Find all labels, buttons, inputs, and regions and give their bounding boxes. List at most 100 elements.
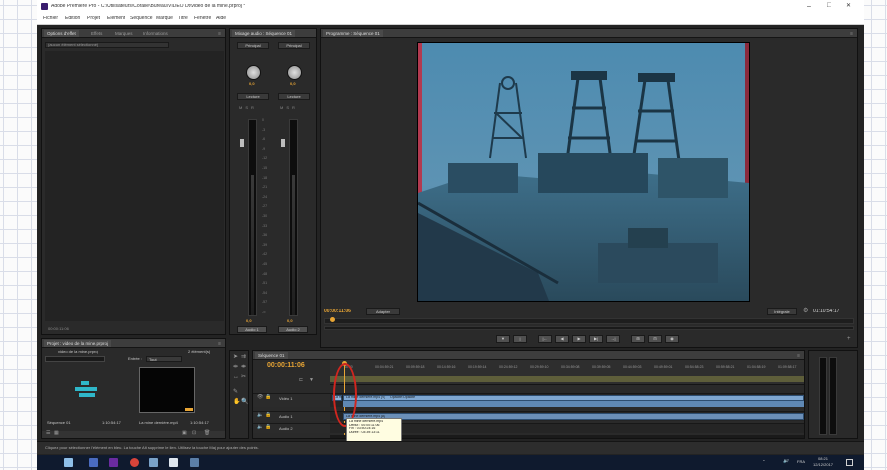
monitor-playhead[interactable]: [330, 317, 335, 322]
tab-effect-options[interactable]: Options d'effet: [44, 30, 79, 37]
go-to-in-button[interactable]: |←: [538, 335, 552, 343]
hand-tool-icon[interactable]: ✋: [233, 399, 240, 405]
timeline-timecode[interactable]: 00:00:11:06: [267, 362, 305, 369]
project-item-name[interactable]: La mine dernière.mp4: [139, 421, 178, 425]
track2-routing-select[interactable]: Principal: [278, 42, 310, 49]
file-taskbar-icon[interactable]: [169, 458, 178, 467]
lock-icon[interactable]: 🔒: [265, 413, 271, 418]
track1-fader-icon[interactable]: [240, 139, 244, 147]
speaker-icon[interactable]: 🔈: [257, 413, 263, 418]
track-name-audio1: Audio 1: [279, 415, 293, 419]
tab-sequence[interactable]: Séquence 01: [255, 352, 288, 359]
tray-language[interactable]: FRA: [797, 460, 805, 464]
export-frame-button[interactable]: ◉: [665, 335, 679, 343]
menu-fenetre[interactable]: Fenêtre: [194, 16, 211, 21]
mark-out-button[interactable]: |: [513, 335, 527, 343]
new-bin-icon[interactable]: ▣: [182, 431, 187, 436]
resolution-select[interactable]: Intégrale: [767, 308, 797, 315]
taskbar-app-icon[interactable]: [89, 458, 98, 467]
list-view-icon[interactable]: ☰: [46, 431, 50, 436]
insert-button[interactable]: ⊞: [631, 335, 645, 343]
delete-icon[interactable]: 🗑: [204, 431, 210, 436]
icon-view-icon[interactable]: ▦: [54, 431, 59, 436]
notification-icon[interactable]: [846, 459, 853, 466]
rate-stretch-tool-icon[interactable]: ↔: [233, 374, 239, 380]
panel-menu-icon[interactable]: ≡: [797, 353, 800, 359]
premiere-taskbar-icon[interactable]: [109, 458, 118, 467]
step-forward-button[interactable]: ▶|: [589, 335, 603, 343]
tab-markers[interactable]: Marques: [112, 30, 136, 37]
tab-effects[interactable]: Effets: [88, 30, 105, 37]
windows-start-icon[interactable]: [64, 458, 73, 467]
tab-program[interactable]: Programme : Séquence 01: [323, 30, 383, 37]
play-button[interactable]: ▶: [572, 335, 586, 343]
menu-projet[interactable]: Projet: [87, 16, 100, 21]
track2-mode-select[interactable]: Lecture: [278, 93, 310, 100]
menu-titre[interactable]: Titre: [178, 16, 188, 21]
menu-element[interactable]: Élément: [107, 16, 125, 21]
minimize-button[interactable]: –: [807, 3, 811, 10]
program-current-time[interactable]: 00:00:11:06: [324, 309, 351, 314]
fit-select[interactable]: Adapter: [366, 308, 400, 315]
menu-marque[interactable]: Marque: [156, 16, 173, 21]
search-input[interactable]: [45, 356, 105, 362]
add-button-icon[interactable]: +: [847, 336, 851, 342]
zoom-tool-icon[interactable]: 🔍: [241, 399, 248, 405]
rolling-edit-tool-icon[interactable]: ⇼: [241, 364, 246, 370]
menu-edition[interactable]: Edition: [65, 16, 80, 21]
time-ruler[interactable]: 00:00 00:04:59:21 00:09:59:18 00:14:59:16 00…: [330, 360, 804, 385]
entree-select[interactable]: Tout: [146, 356, 182, 362]
track1-mode-select[interactable]: Lecture: [237, 93, 269, 100]
add-marker-icon[interactable]: ▼: [309, 378, 314, 383]
track2-name-button[interactable]: Audio 2: [278, 326, 308, 333]
snap-icon[interactable]: ⊏: [299, 378, 303, 383]
track1-pan-knob[interactable]: [246, 65, 261, 80]
project-item-name[interactable]: Séquence 01: [47, 421, 71, 425]
overwrite-button[interactable]: ⊟: [648, 335, 662, 343]
monitor-zoom-bar[interactable]: [324, 326, 854, 330]
panel-menu-icon[interactable]: ≡: [218, 341, 221, 347]
pen-tool-icon[interactable]: ✎: [233, 389, 238, 395]
explorer-taskbar-icon[interactable]: [149, 458, 158, 467]
tab-info[interactable]: Informations: [140, 30, 171, 37]
db-scale-label: -45: [262, 262, 268, 266]
track2-fader-icon[interactable]: [281, 139, 285, 147]
panel-menu-icon[interactable]: ≡: [850, 31, 853, 37]
speaker-icon[interactable]: 🔈: [257, 425, 263, 430]
clock-time[interactable]: 08:21: [818, 457, 828, 461]
menu-fichier[interactable]: Fichier: [43, 16, 58, 21]
track2-pan-knob[interactable]: [287, 65, 302, 80]
menu-aide[interactable]: Aide: [216, 16, 226, 21]
eye-icon[interactable]: 👁: [257, 395, 263, 400]
ripple-edit-tool-icon[interactable]: ⇹: [233, 364, 238, 370]
chrome-taskbar-icon[interactable]: [130, 458, 139, 467]
sequence-thumbnail[interactable]: [45, 365, 133, 417]
track1-name-button[interactable]: Audio 1: [237, 326, 267, 333]
selection-tool-icon[interactable]: ➤: [233, 354, 238, 360]
settings-wrench-icon[interactable]: ⚙: [803, 308, 808, 314]
lock-icon[interactable]: 🔒: [265, 395, 271, 400]
send-taskbar-icon[interactable]: [190, 458, 199, 467]
clock-date[interactable]: 12/12/2017: [813, 463, 833, 467]
track1-routing-select[interactable]: Principal: [237, 42, 269, 49]
menu-sequence[interactable]: Séquence: [130, 16, 153, 21]
monitor-time-ruler[interactable]: [324, 318, 854, 324]
audio-clip[interactable]: La mine dernière.mp4 [A]: [343, 413, 804, 420]
mark-in-button[interactable]: ▼: [496, 335, 510, 343]
razor-tool-icon[interactable]: ✂: [241, 374, 246, 380]
work-area-bar[interactable]: [330, 376, 804, 382]
maximize-button[interactable]: □: [827, 2, 831, 9]
panel-menu-icon[interactable]: ≡: [218, 31, 221, 37]
new-item-icon[interactable]: ⊡: [192, 431, 196, 436]
tab-project[interactable]: Projet : video de la mine.prproj: [44, 340, 112, 347]
step-back-button[interactable]: ◀: [555, 335, 569, 343]
tab-audio-mixer[interactable]: Mixage audio : Séquence 01: [232, 30, 296, 37]
track-select-tool-icon[interactable]: ⇉: [241, 354, 246, 360]
tray-chevron-icon[interactable]: ^: [763, 460, 765, 465]
status-bar: Cliquez pour sélectionner l'élément en b…: [37, 441, 864, 454]
close-button[interactable]: ✕: [846, 3, 851, 9]
clip-thumbnail[interactable]: [139, 367, 195, 413]
tray-volume-icon[interactable]: 🔊: [783, 459, 789, 464]
lock-icon[interactable]: 🔒: [265, 425, 271, 430]
go-to-out-button[interactable]: →|: [606, 335, 620, 343]
